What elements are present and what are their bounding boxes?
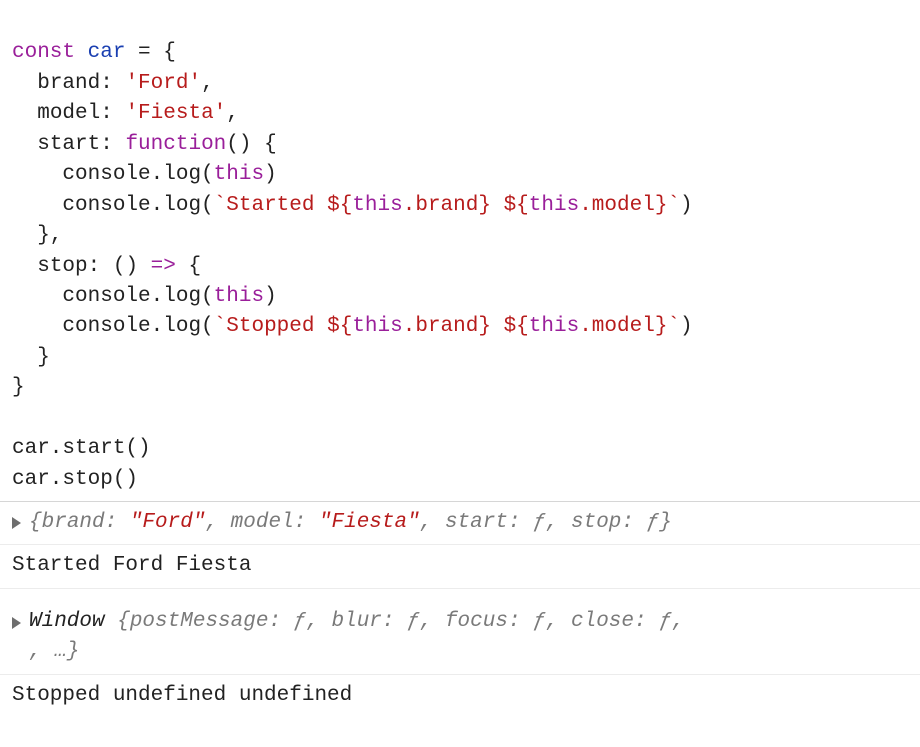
line-2: brand: 'Ford',	[12, 72, 214, 95]
line-14: car.start()	[12, 437, 151, 460]
line-3: model: 'Fiesta',	[12, 102, 239, 125]
line-15: car.stop()	[12, 468, 138, 491]
prop-stop: stop	[37, 255, 87, 278]
string-fiesta: 'Fiesta'	[125, 102, 226, 125]
code-block: const car = { brand: 'Ford', model: 'Fie…	[0, 0, 920, 501]
log-text: Stopped undefined undefined	[12, 681, 352, 711]
keyword-const: const	[12, 41, 75, 64]
line-5: console.log(this)	[12, 163, 277, 186]
line-1: const car = {	[12, 41, 176, 64]
console-row-stopped: Stopped undefined undefined	[0, 675, 920, 717]
expand-icon[interactable]	[12, 517, 21, 529]
line-12: }	[12, 376, 25, 399]
line-8: stop: () => {	[12, 255, 201, 278]
console-row-started: Started Ford Fiesta	[0, 545, 920, 588]
prop-brand: brand	[37, 72, 100, 95]
console-row-object[interactable]: {brand: "Ford", model: "Fiesta", start: …	[0, 502, 920, 545]
log-text: Started Ford Fiesta	[12, 551, 251, 581]
line-4: start: function() {	[12, 133, 277, 156]
line-11: }	[12, 346, 50, 369]
console-output: {brand: "Ford", model: "Fiesta", start: …	[0, 501, 920, 717]
expand-icon[interactable]	[12, 617, 21, 629]
keyword-function: function	[125, 133, 226, 156]
console-row-window[interactable]: Window {postMessage: ƒ, blur: ƒ, focus: …	[0, 589, 920, 675]
line-9: console.log(this)	[12, 285, 277, 308]
punct: = {	[125, 41, 175, 64]
arrow: =>	[151, 255, 176, 278]
line-6: console.log(`Started ${this.brand} ${thi…	[12, 194, 693, 217]
logged-object: {brand: "Ford", model: "Fiesta", start: …	[29, 508, 672, 538]
keyword-this: this	[214, 285, 264, 308]
prop-start: start	[37, 133, 100, 156]
keyword-this: this	[214, 163, 264, 186]
line-10: console.log(`Stopped ${this.brand} ${thi…	[12, 315, 693, 338]
identifier-car: car	[88, 41, 126, 64]
string-ford: 'Ford'	[125, 72, 201, 95]
prop-model: model	[37, 102, 100, 125]
logged-window-object: Window {postMessage: ƒ, blur: ƒ, focus: …	[29, 607, 684, 668]
line-7: },	[12, 224, 62, 247]
